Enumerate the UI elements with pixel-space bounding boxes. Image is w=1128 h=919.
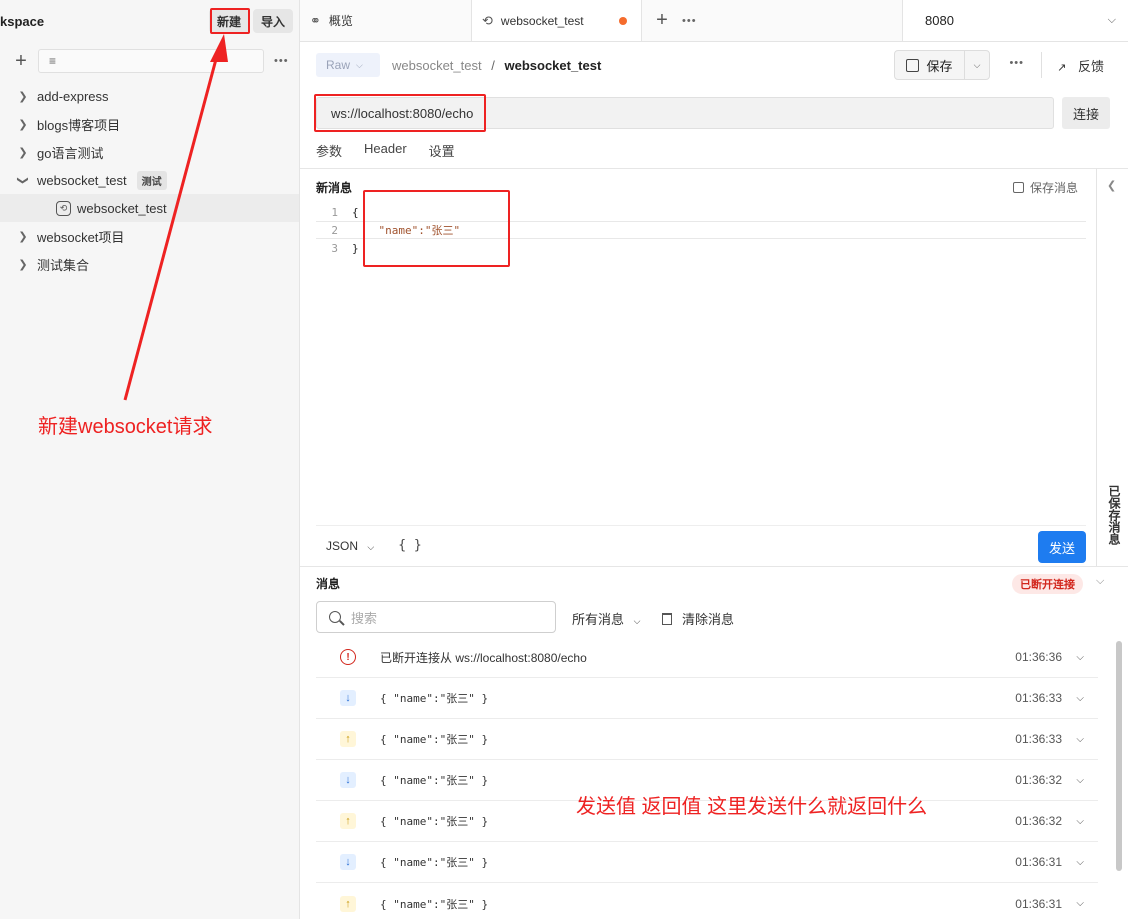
echo-annotation: 发送值 返回值 这里发送什么就返回什么 [576,796,928,818]
new-request-annotation: 新建websocket请求 [38,416,213,438]
annotation-arrow [123,34,228,401]
